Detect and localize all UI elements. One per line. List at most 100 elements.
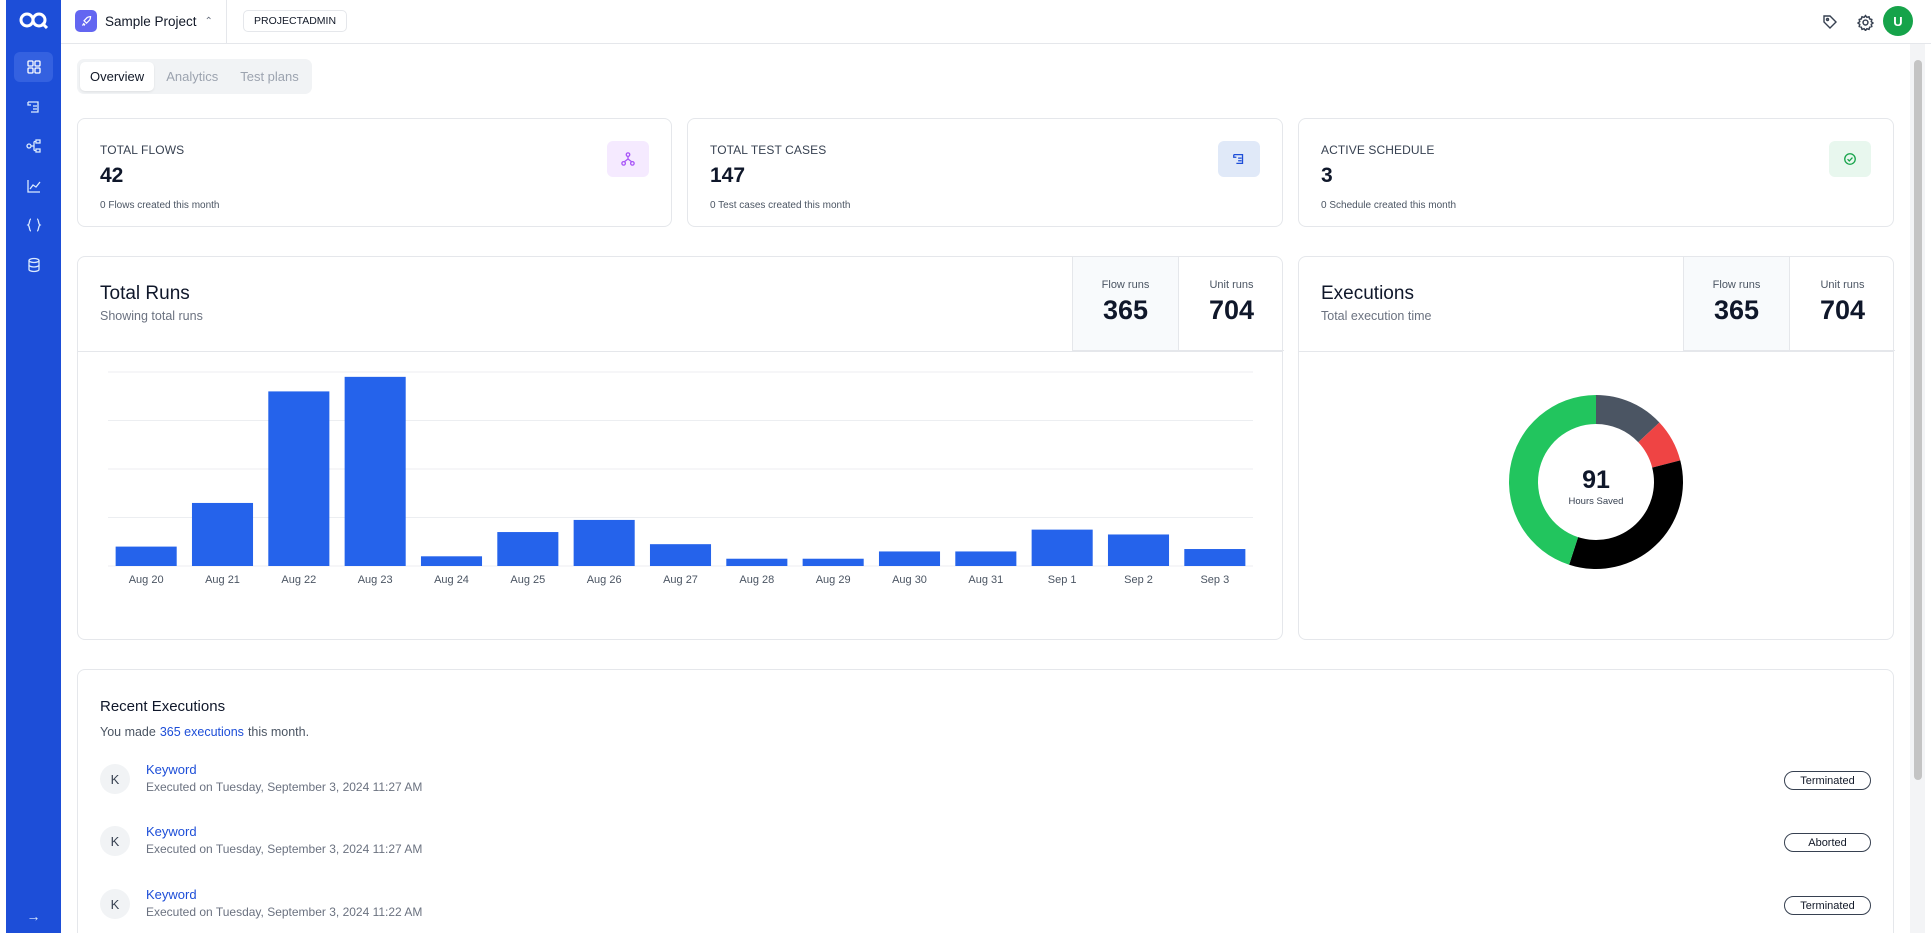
recent-executions-summary: You made 365 executions this month. [100, 725, 309, 739]
panel-title: Executions [1321, 283, 1414, 304]
x-tick-label: Aug 25 [510, 574, 545, 586]
bar[interactable] [191, 502, 254, 566]
stat-value: 3 [1321, 164, 1333, 187]
list-item: K Keyword Executed on Tuesday, September… [100, 760, 1871, 804]
sidebar-item-test-cases[interactable] [14, 92, 53, 122]
x-tick-label: Sep 2 [1124, 574, 1153, 586]
avatar: K [100, 764, 130, 794]
metric-unit-runs: Unit runs 704 [1178, 257, 1284, 351]
project-name: Sample Project [105, 13, 197, 29]
x-tick-label: Sep 3 [1200, 574, 1229, 586]
bar[interactable] [420, 556, 483, 566]
executions-panel: Executions Total execution time Flow run… [1298, 256, 1895, 640]
stat-card-total-flows: TOTAL FLOWS 42 0 Flows created this mont… [77, 118, 672, 227]
bar[interactable] [802, 558, 864, 566]
sidebar-item-data[interactable] [14, 250, 53, 280]
metric-label: Unit runs [1209, 279, 1254, 291]
bar[interactable] [115, 546, 177, 566]
divider [226, 0, 227, 44]
bar[interactable] [878, 551, 941, 566]
bar[interactable] [344, 376, 406, 566]
flows-icon [25, 139, 41, 153]
sidebar: → [6, 0, 61, 933]
bar[interactable] [955, 551, 1017, 566]
bar[interactable] [497, 532, 559, 566]
analytics-icon [26, 180, 41, 193]
metric-label: Unit runs [1820, 279, 1865, 291]
stat-label: TOTAL TEST CASES [710, 143, 827, 157]
bar[interactable] [268, 391, 330, 566]
metric-label: Flow runs [1101, 279, 1150, 291]
summary-prefix: You made [100, 725, 156, 739]
metric-value: 704 [1819, 295, 1866, 325]
total-runs-bar-chart: Aug 20 Aug 21 Aug 22 Aug 23 Aug 24 Aug 25 Aug … [108, 371, 1253, 586]
flows-icon [607, 141, 649, 177]
user-avatar[interactable]: U [1883, 6, 1913, 36]
tab-overview[interactable]: Overview [80, 62, 155, 91]
project-switcher[interactable]: Sample Project ⌃ [75, 9, 213, 33]
check-circle-icon [1829, 141, 1871, 177]
rocket-icon [75, 10, 97, 32]
executions-donut-chart: 91 Hours Saved [1509, 395, 1683, 569]
x-tick-label: Aug 20 [129, 574, 164, 586]
bar[interactable] [649, 544, 712, 566]
status-badge: Terminated [1784, 771, 1871, 790]
x-tick-label: Aug 23 [358, 574, 393, 586]
gear-icon[interactable] [1854, 11, 1876, 33]
list-item: K Keyword Executed on Tuesday, September… [100, 885, 1871, 929]
braces-icon [26, 218, 41, 232]
x-tick-label: Aug 26 [587, 574, 622, 586]
status-badge: Aborted [1784, 833, 1871, 852]
stat-subtext: 0 Test cases created this month [710, 200, 851, 211]
executions-count-link[interactable]: 365 executions [160, 725, 244, 739]
x-tick-label: Aug 24 [434, 574, 469, 586]
x-tick-label: Aug 28 [739, 574, 774, 586]
stat-card-active-schedule: ACTIVE SCHEDULE 3 0 Schedule created thi… [1298, 118, 1894, 227]
sidebar-item-analytics[interactable] [14, 171, 53, 201]
role-badge: PROJECTADMIN [243, 10, 348, 32]
metric-value: 365 [1102, 295, 1149, 325]
bar[interactable] [1107, 534, 1170, 566]
bar[interactable] [1031, 529, 1093, 566]
stat-value: 147 [710, 164, 746, 187]
execution-name-link[interactable]: Keyword [146, 824, 197, 839]
oq-logo-icon[interactable] [6, 0, 61, 40]
avatar: K [100, 889, 130, 919]
execution-time: Executed on Tuesday, September 3, 2024 1… [146, 780, 423, 794]
test-case-icon [26, 101, 39, 113]
sidebar-item-variables[interactable] [14, 210, 53, 240]
sidebar-item-flows[interactable] [14, 131, 53, 161]
x-tick-label: Aug 29 [816, 574, 851, 586]
recent-executions-title: Recent Executions [100, 698, 226, 715]
execution-time: Executed on Tuesday, September 3, 2024 1… [146, 905, 423, 919]
x-tick-label: Aug 21 [205, 574, 240, 586]
execution-name-link[interactable]: Keyword [146, 887, 197, 902]
test-case-icon [1218, 141, 1260, 177]
stat-label: ACTIVE SCHEDULE [1321, 143, 1435, 157]
stat-subtext: 0 Flows created this month [100, 200, 220, 211]
x-tick-label: Aug 27 [663, 574, 698, 586]
metric-value: 704 [1208, 295, 1255, 325]
tab-test-plans[interactable]: Test plans [230, 62, 309, 91]
bar[interactable] [573, 519, 635, 566]
x-tick-label: Aug 31 [968, 574, 1003, 586]
bar[interactable] [726, 558, 788, 566]
list-item: K Keyword Executed on Tuesday, September… [100, 822, 1871, 866]
sidebar-item-dashboard[interactable] [14, 52, 53, 82]
stat-label: TOTAL FLOWS [100, 143, 185, 157]
donut-center-label: Hours Saved [1569, 496, 1624, 507]
expand-sidebar-button[interactable]: → [14, 904, 53, 928]
arrow-right-icon: → [26, 908, 41, 924]
metric-flow-runs: Flow runs 365 [1683, 257, 1789, 351]
tag-icon[interactable] [1819, 11, 1841, 33]
x-tick-label: Aug 30 [892, 574, 927, 586]
tab-analytics[interactable]: Analytics [156, 62, 228, 91]
metric-label: Flow runs [1712, 279, 1761, 291]
chevron-up-down-icon: ⌃ [204, 15, 213, 27]
metric-unit-runs: Unit runs 704 [1789, 257, 1895, 351]
scrollbar-thumb[interactable] [1914, 60, 1922, 780]
bar[interactable] [1184, 549, 1246, 566]
execution-name-link[interactable]: Keyword [146, 762, 197, 777]
stat-value: 42 [100, 164, 124, 187]
summary-suffix: this month. [247, 725, 310, 739]
